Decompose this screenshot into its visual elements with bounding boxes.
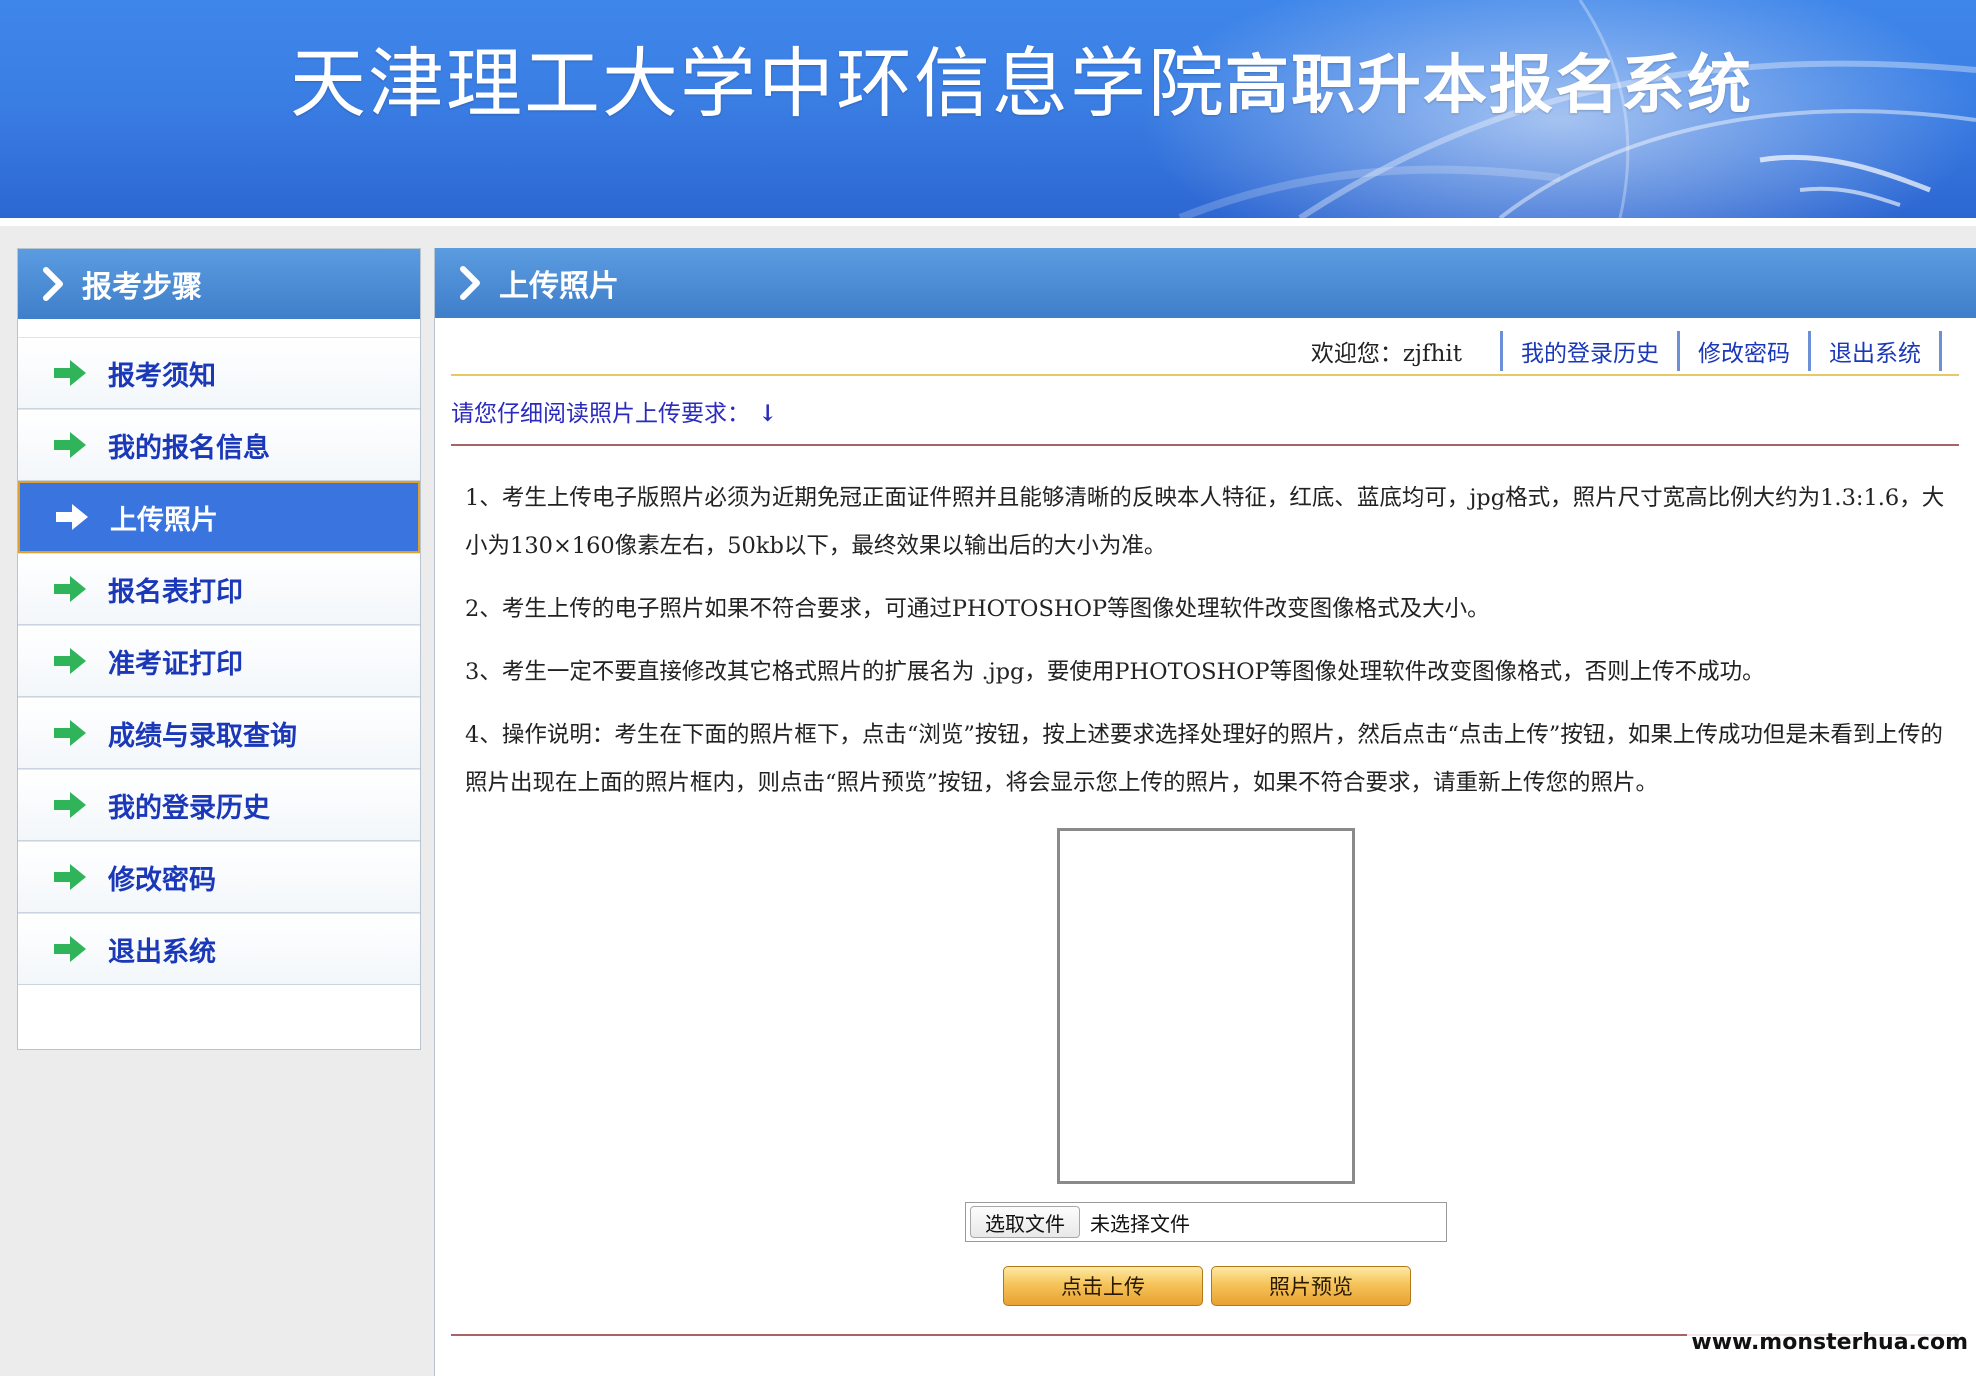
arrow-down-icon: ↓ bbox=[758, 400, 778, 427]
file-status-text: 未选择文件 bbox=[1090, 1211, 1190, 1236]
sidebar-item-print-admission[interactable]: 准考证打印 bbox=[18, 625, 420, 697]
sidebar-item-login-history[interactable]: 我的登录历史 bbox=[18, 769, 420, 841]
arrow-right-icon bbox=[56, 504, 88, 530]
chevron-right-icon bbox=[43, 267, 63, 301]
divider bbox=[1677, 331, 1680, 371]
sidebar-item-upload-photo[interactable]: 上传照片 bbox=[18, 481, 420, 553]
main-panel: 上传照片 欢迎您：zjfhit 我的登录历史 修改密码 退出系统 请您仔细阅读照… bbox=[434, 248, 1976, 1376]
sidebar-item-score-query[interactable]: 成绩与录取查询 bbox=[18, 697, 420, 769]
arrow-right-icon bbox=[54, 792, 86, 818]
sidebar-item-logout[interactable]: 退出系统 bbox=[18, 913, 420, 985]
arrow-right-icon bbox=[54, 360, 86, 386]
upload-button[interactable]: 点击上传 bbox=[1003, 1266, 1203, 1306]
divider bbox=[1500, 331, 1503, 371]
sidebar-item-label: 修改密码 bbox=[108, 864, 216, 896]
banner-subtitle: 高职升本报名系统 bbox=[1225, 49, 1753, 123]
page-title: 上传照片 bbox=[499, 269, 619, 304]
chevron-right-icon bbox=[460, 266, 480, 300]
divider bbox=[1808, 331, 1811, 371]
divider bbox=[451, 444, 1959, 446]
sidebar-item-label: 退出系统 bbox=[108, 936, 216, 968]
instruction-item: 4、操作说明：考生在下面的照片框下，点击“浏览”按钮，按上述要求选择处理好的照片… bbox=[465, 722, 1943, 796]
arrow-right-icon bbox=[54, 648, 86, 674]
notice-text: 请您仔细阅读照片上传要求： bbox=[451, 401, 750, 427]
banner-divider bbox=[0, 218, 1976, 226]
banner-title: 天津理工大学中环信息学院 bbox=[290, 39, 1226, 128]
sidebar-item-label: 上传照片 bbox=[110, 504, 218, 536]
sidebar-item-change-password[interactable]: 修改密码 bbox=[18, 841, 420, 913]
upload-instructions: 1、考生上传电子版照片必须为近期免冠正面证件照并且能够清晰的反映本人特征，红底、… bbox=[465, 474, 1955, 822]
logout-link[interactable]: 退出系统 bbox=[1829, 334, 1921, 368]
main-header: 上传照片 bbox=[435, 248, 1976, 318]
choose-file-button[interactable]: 选取文件 bbox=[970, 1206, 1080, 1238]
sidebar-header: 报考步骤 bbox=[18, 249, 420, 319]
action-buttons: 点击上传 照片预览 bbox=[1003, 1266, 1411, 1306]
sidebar-item-exam-notice[interactable]: 报考须知 bbox=[18, 337, 420, 409]
instruction-item: 1、考生上传电子版照片必须为近期免冠正面证件照并且能够清晰的反映本人特征，红底、… bbox=[465, 485, 1945, 559]
arrow-right-icon bbox=[54, 864, 86, 890]
preview-button[interactable]: 照片预览 bbox=[1211, 1266, 1411, 1306]
watermark: www.monsterhua.com bbox=[1687, 1328, 1972, 1357]
welcome-text: 欢迎您：zjfhit bbox=[1310, 341, 1462, 367]
sidebar-title: 报考步骤 bbox=[82, 270, 202, 305]
sidebar-nav: 报考须知 我的报名信息 上传照片 报名表打印 准考证打印 成绩与录取查询 我的登… bbox=[18, 337, 420, 985]
arrow-right-icon bbox=[54, 936, 86, 962]
arrow-right-icon bbox=[54, 432, 86, 458]
arrow-right-icon bbox=[54, 720, 86, 746]
sidebar-item-label: 我的登录历史 bbox=[108, 792, 270, 824]
sidebar-item-label: 报考须知 bbox=[108, 360, 216, 392]
change-password-link[interactable]: 修改密码 bbox=[1698, 334, 1790, 368]
arrow-right-icon bbox=[54, 576, 86, 602]
instruction-item: 3、考生一定不要直接修改其它格式照片的扩展名为 .jpg，要使用PHOTOSHO… bbox=[465, 659, 1765, 685]
upload-requirements-notice: 请您仔细阅读照片上传要求： ↓ bbox=[451, 394, 777, 428]
site-banner: 天津理工大学中环信息学院 高职升本报名系统 bbox=[0, 0, 1976, 218]
sidebar-item-label: 成绩与录取查询 bbox=[108, 720, 297, 752]
photo-preview-frame bbox=[1057, 828, 1355, 1184]
sidebar-item-my-registration[interactable]: 我的报名信息 bbox=[18, 409, 420, 481]
user-bar: 欢迎您：zjfhit 我的登录历史 修改密码 退出系统 bbox=[1311, 328, 1960, 374]
sidebar-item-label: 准考证打印 bbox=[108, 648, 243, 680]
file-input[interactable]: 选取文件 未选择文件 bbox=[965, 1202, 1447, 1242]
divider bbox=[451, 374, 1959, 376]
sidebar-item-label: 报名表打印 bbox=[108, 576, 243, 608]
sidebar: 报考步骤 报考须知 我的报名信息 上传照片 报名表打印 准考证打印 成绩与录取查… bbox=[17, 248, 421, 1050]
sidebar-item-print-form[interactable]: 报名表打印 bbox=[18, 553, 420, 625]
sidebar-item-label: 我的报名信息 bbox=[108, 432, 270, 464]
instruction-item: 2、考生上传的电子照片如果不符合要求，可通过PHOTOSHOP等图像处理软件改变… bbox=[465, 596, 1490, 622]
login-history-link[interactable]: 我的登录历史 bbox=[1521, 334, 1659, 368]
divider bbox=[1939, 331, 1942, 371]
